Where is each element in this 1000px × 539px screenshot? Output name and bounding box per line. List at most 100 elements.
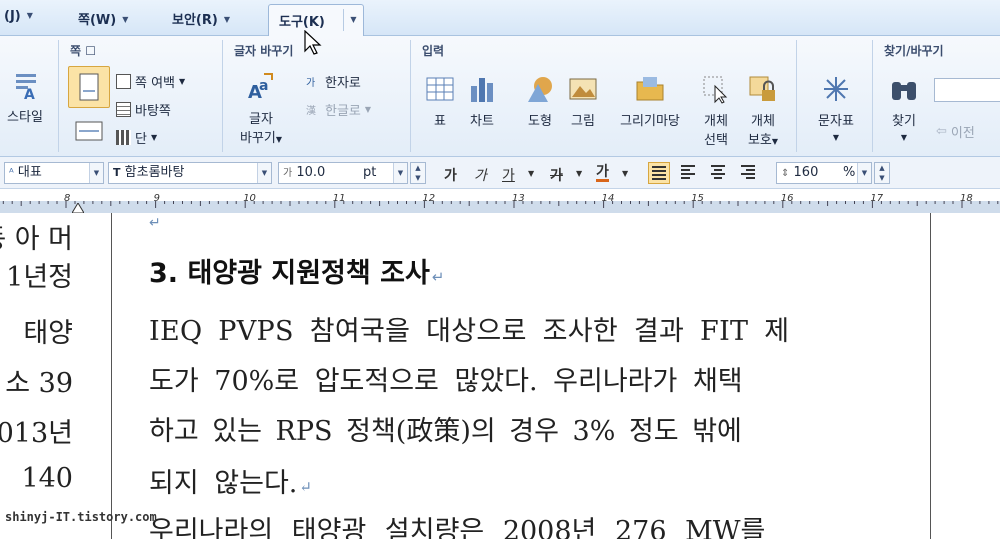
page-background-button[interactable]: 바탕쪽 <box>116 100 171 119</box>
style-combo[interactable]: ᴬ 대표 ▼ <box>4 162 104 184</box>
group-title-page: 쪽 ☐ <box>70 44 96 58</box>
font-color-button[interactable]: 가 <box>596 165 609 182</box>
char-convert-icon: A a <box>248 73 273 102</box>
ruler-number: 18 <box>960 193 973 204</box>
menu-tab-page-label: 쪽(W) <box>78 13 117 28</box>
char-table-button[interactable]: 문자표 ▼ <box>808 74 864 144</box>
page-icon <box>79 73 99 101</box>
align-justify-button[interactable] <box>648 162 670 184</box>
align-left-button[interactable] <box>678 162 700 184</box>
style-label: 스타일 <box>7 110 43 125</box>
paragraph-return-icon: ↵ <box>149 215 161 231</box>
object-protect-button[interactable]: 개체 보호▼ <box>740 74 786 148</box>
chevron-down-icon[interactable]: ▼ <box>393 163 407 183</box>
left-page-line: 013년 <box>0 418 73 449</box>
ruler-number: 11 <box>332 193 346 204</box>
divider <box>222 40 223 152</box>
object-select-label-1: 개체 <box>704 114 728 129</box>
line-spacing-combo[interactable]: ⇕ 160 % ▼ <box>776 162 872 184</box>
chart-label: 차트 <box>470 114 494 129</box>
font-combo[interactable]: T 함초롬바탕 ▼ <box>108 162 272 184</box>
style-button[interactable]: A 스타일 <box>0 70 50 125</box>
font-size-combo[interactable]: 가 10.0 pt ▼ <box>278 162 408 184</box>
object-select-button[interactable]: 개체 선택 <box>696 74 736 148</box>
menu-tab-page[interactable]: 쪽(W) ▼ <box>78 9 128 31</box>
ruler-number: 16 <box>780 193 794 204</box>
align-right-button[interactable] <box>738 162 760 184</box>
char-convert-label-2: 바꾸기 <box>239 131 276 146</box>
chevron-down-icon: ▼ <box>275 135 283 144</box>
chevron-down-icon: ▼ <box>223 15 230 24</box>
left-page-line: 140 <box>21 463 73 494</box>
spin-up-icon: ▲ <box>879 164 885 172</box>
group-title-find: 찾기/바꾸기 <box>884 44 944 58</box>
chevron-down-icon[interactable]: ▼ <box>857 163 871 183</box>
align-center-button[interactable] <box>708 162 730 184</box>
paragraph-line: 하고 있는 RPS 정책(政策)의 경우 3% 정도 밖에 <box>149 416 742 447</box>
horizontal-ruler[interactable]: 8 9 10 11 12 13 14 15 16 17 18 <box>0 189 1000 213</box>
object-select-icon <box>703 76 728 104</box>
ruler-number: 15 <box>691 193 704 204</box>
menu-tab-j[interactable]: (J) ▼ <box>4 9 33 31</box>
ruler-number: 14 <box>601 193 615 204</box>
paragraph-line: 도가 70%로 압도적으로 많았다. 우리나라가 채택 <box>149 366 743 397</box>
strikethrough-button[interactable]: 가 <box>550 165 563 185</box>
grimaru-button[interactable]: 그리기마당 <box>608 74 692 129</box>
shape-icon <box>528 77 552 102</box>
page-margin-button[interactable]: 쪽 여백 ▼ <box>116 72 185 91</box>
chevron-down-icon[interactable]: ▼ <box>528 169 534 178</box>
hanja-icon: 가 <box>306 78 316 89</box>
to-hangul-button[interactable]: 漢 한글로 ▼ <box>306 100 371 119</box>
hangul-icon: 漢 <box>306 106 316 117</box>
menu-tab-tools-label: 도구(K) <box>279 15 325 30</box>
find-input[interactable] <box>934 78 1000 102</box>
ruler-number: 8 <box>64 193 71 204</box>
font-size-unit: pt <box>363 165 377 180</box>
find-button[interactable]: 찾기 ▼ <box>882 74 926 144</box>
chevron-down-icon[interactable]: ▼ <box>343 9 363 31</box>
indent-marker-icon[interactable] <box>72 203 84 213</box>
picture-button[interactable]: 그림 <box>563 74 603 129</box>
landscape-page-icon <box>75 121 103 141</box>
object-select-label-2: 선택 <box>704 133 728 148</box>
ruler-number: 10 <box>243 193 256 204</box>
section-heading-text: 3. 태양광 지원정책 조사 <box>149 258 430 289</box>
chevron-down-icon: ▼ <box>150 133 158 142</box>
font-size-spinner[interactable]: ▲ ▼ <box>410 162 426 184</box>
paragraph-line: IEQ PVPS 참여국을 대상으로 조사한 결과 FIT 제 <box>149 316 790 347</box>
paragraph-return-icon: ↵ <box>299 478 312 496</box>
ribbon: A 스타일 쪽 ☐ 쪽 여백 ▼ 바탕쪽 단 ▼ 글자 바꾸기 A a 글자 바… <box>0 36 1000 157</box>
document-area[interactable]: 동 아 머 1년정 태양 소 39 013년 140 ↵ 3. 태양광 지원정책… <box>0 213 1000 539</box>
chevron-down-icon[interactable]: ▼ <box>257 163 271 183</box>
page-layout-button[interactable] <box>70 116 108 152</box>
table-label: 표 <box>434 114 446 129</box>
shape-button[interactable]: 도형 <box>520 74 560 129</box>
page-setup-button[interactable] <box>68 66 110 108</box>
divider <box>58 40 59 152</box>
to-hanja-button[interactable]: 가 한자로 <box>306 72 361 91</box>
shape-label: 도형 <box>528 114 552 129</box>
bold-button[interactable]: 가 <box>444 165 457 185</box>
table-button[interactable]: 표 <box>422 74 458 129</box>
chevron-down-icon[interactable]: ▼ <box>89 163 103 183</box>
chart-button[interactable]: 차트 <box>462 74 502 129</box>
chevron-down-icon[interactable]: ▼ <box>576 169 582 178</box>
paragraph-line-text: 되지 않는다. <box>149 468 298 499</box>
italic-button[interactable]: 가 <box>474 165 487 185</box>
line-spacing-spinner[interactable]: ▲ ▼ <box>874 162 890 184</box>
chevron-down-icon: ▼ <box>179 77 186 86</box>
chevron-down-icon: ▼ <box>832 133 840 142</box>
column-button[interactable]: 단 ▼ <box>116 128 157 147</box>
char-convert-button[interactable]: A a 글자 바꾸기▼ <box>236 72 286 146</box>
picture-label: 그림 <box>571 114 595 129</box>
paragraph-return-icon: ↵ <box>431 268 445 286</box>
left-page-line: 소 39 <box>5 368 73 399</box>
menu-tab-security[interactable]: 보안(R) ▼ <box>172 9 230 31</box>
font-combo-value: 함초롬바탕 <box>124 165 185 180</box>
chevron-down-icon[interactable]: ▼ <box>622 169 628 178</box>
line-spacing-unit: % <box>843 165 856 180</box>
chevron-down-icon: ▼ <box>900 133 908 142</box>
find-prev-button[interactable]: ⇦ 이전 <box>936 122 975 141</box>
underline-button[interactable]: 가 <box>502 165 515 185</box>
style-icon: A <box>16 74 36 100</box>
